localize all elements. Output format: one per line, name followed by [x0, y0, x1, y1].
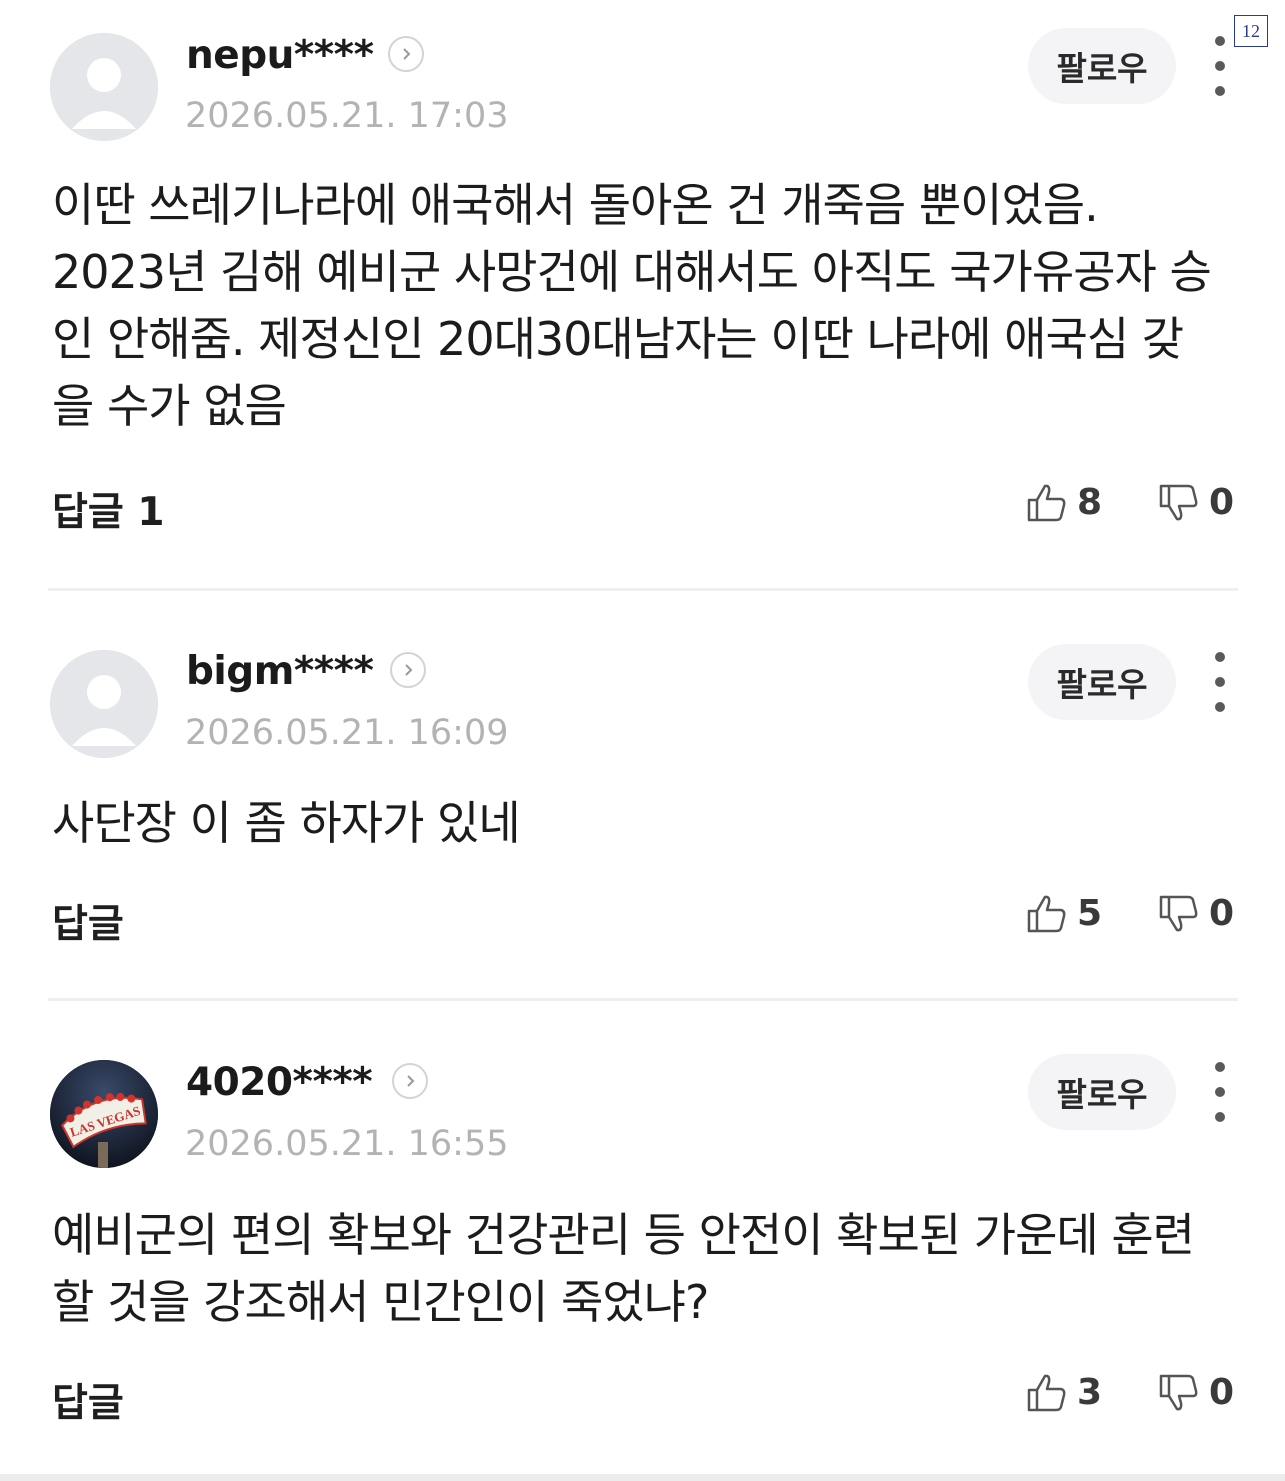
divider	[48, 588, 1238, 591]
reply-button[interactable]: 답글 1	[52, 481, 164, 537]
thumbs-down-icon	[1159, 1374, 1198, 1411]
like-button[interactable]: 3	[1025, 1370, 1102, 1414]
divider	[48, 998, 1238, 1001]
las-vegas-sign-avatar: LAS VEGAS	[50, 1060, 158, 1168]
more-vertical-icon[interactable]	[1208, 652, 1232, 712]
comment-date: 2026.05.21. 17:03	[185, 96, 509, 136]
dislike-count: 0	[1209, 892, 1235, 934]
dislike-button[interactable]: 0	[1157, 480, 1234, 524]
dislike-count: 0	[1209, 481, 1235, 523]
follow-button[interactable]: 팔로우	[1028, 644, 1176, 720]
chevron-right-icon[interactable]	[390, 652, 426, 688]
reply-button[interactable]: 답글	[52, 1372, 124, 1428]
more-vertical-icon[interactable]	[1208, 36, 1232, 96]
like-count: 5	[1077, 892, 1103, 934]
avatar[interactable]	[50, 650, 158, 758]
thumbs-down-icon	[1159, 895, 1198, 932]
like-count: 3	[1077, 1371, 1103, 1413]
thumbs-up-icon	[1027, 484, 1066, 522]
thumbs-down-icon	[1159, 484, 1198, 521]
chevron-right-icon[interactable]	[392, 1063, 428, 1099]
bottom-divider	[0, 1474, 1285, 1481]
avatar[interactable]: LAS VEGAS	[50, 1060, 158, 1168]
default-avatar-icon	[50, 650, 158, 758]
like-count: 8	[1077, 481, 1103, 523]
comment-text: 예비군의 편의 확보와 건강관리 등 안전이 확보된 가운데 훈련할 것을 강조…	[52, 1208, 1195, 1329]
dislike-count: 0	[1209, 1371, 1235, 1413]
comment-date: 2026.05.21. 16:09	[185, 713, 509, 753]
thumbs-up-icon	[1027, 895, 1066, 933]
username[interactable]: bigm****	[186, 649, 374, 694]
chevron-right-icon[interactable]	[388, 36, 424, 72]
comment-text: 사단장 이 좀 하자가 있네	[52, 796, 521, 850]
dislike-button[interactable]: 0	[1157, 891, 1234, 935]
more-vertical-icon[interactable]	[1208, 1062, 1232, 1122]
thumbs-up-icon	[1027, 1374, 1066, 1412]
like-button[interactable]: 5	[1025, 891, 1102, 935]
reply-button[interactable]: 답글	[52, 893, 124, 949]
default-avatar-icon	[50, 33, 158, 141]
dislike-button[interactable]: 0	[1157, 1370, 1234, 1414]
follow-button[interactable]: 팔로우	[1028, 1054, 1176, 1130]
username[interactable]: 4020****	[186, 1060, 373, 1105]
comment-date: 2026.05.21. 16:55	[185, 1124, 509, 1164]
follow-button[interactable]: 팔로우	[1028, 28, 1176, 104]
comment-text: 이딴 쓰레기나라에 애국해서 돌아온 건 개죽음 뿐이었음. 2023년 김해 …	[52, 178, 1212, 433]
page-number-badge: 12	[1234, 15, 1268, 47]
avatar[interactable]	[50, 33, 158, 141]
like-button[interactable]: 8	[1025, 480, 1102, 524]
username[interactable]: nepu****	[186, 33, 374, 78]
